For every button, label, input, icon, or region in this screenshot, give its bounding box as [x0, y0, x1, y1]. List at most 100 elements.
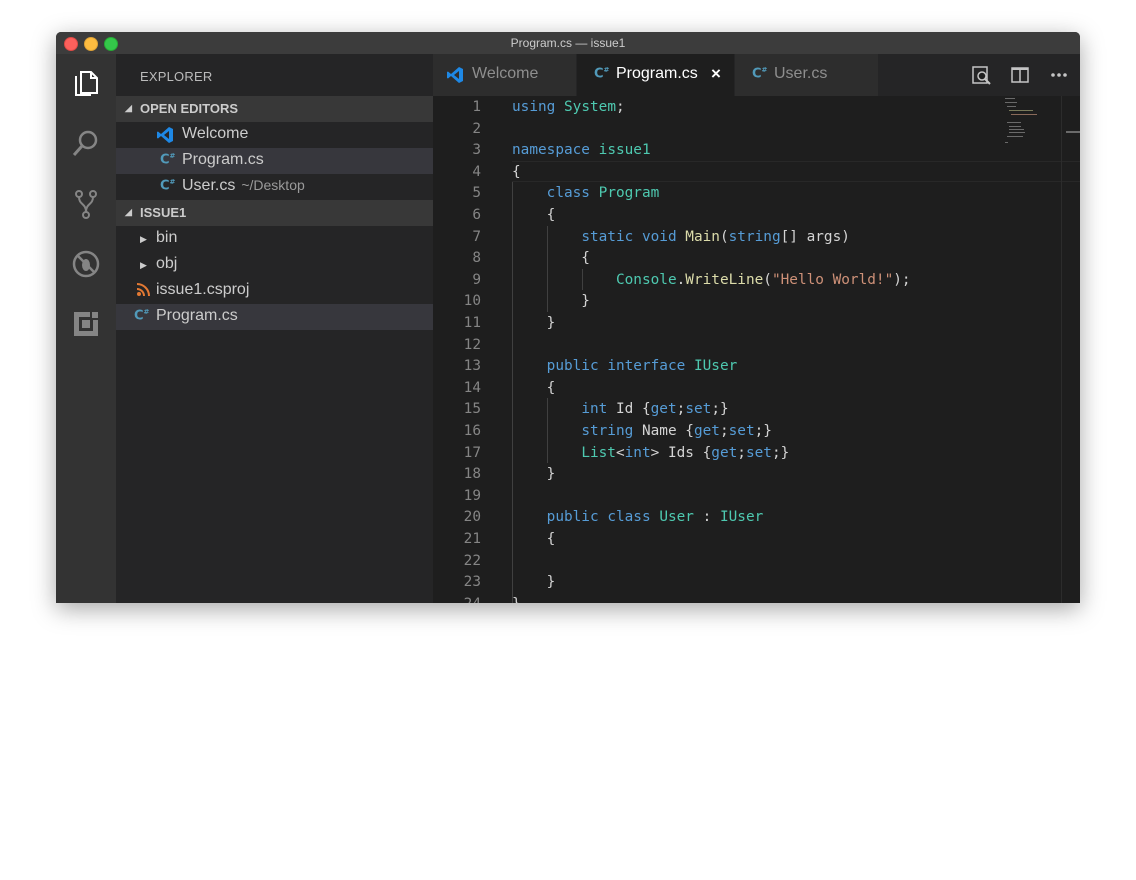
debug-icon[interactable] [70, 248, 102, 280]
code-line[interactable]: 7 static void Main(string[] args) [433, 227, 1003, 249]
minimap[interactable] [1003, 96, 1061, 603]
window-title: Program.cs — issue1 [510, 36, 626, 50]
csharp-icon: C# [134, 308, 150, 324]
line-text: { [512, 379, 556, 396]
line-text: } [512, 293, 590, 310]
line-number: 19 [463, 487, 481, 504]
code-line[interactable]: 18 } [433, 464, 1003, 486]
open-preview-icon[interactable] [970, 64, 992, 86]
code-line[interactable]: 3 namespace issue1 [433, 140, 1003, 162]
csharp-icon: C# [752, 66, 768, 82]
code-line[interactable]: 6 { [433, 205, 1003, 227]
code-line[interactable]: 19 [433, 486, 1003, 508]
code-line[interactable]: 2 [433, 119, 1003, 141]
code-line[interactable]: 23 } [433, 572, 1003, 594]
code-line[interactable]: 15 int Id {get;set;} [433, 399, 1003, 421]
line-number: 23 [463, 574, 481, 591]
open-editor-user-cs[interactable]: C# User.cs ~/Desktop [116, 174, 433, 200]
line-text: { [512, 163, 521, 180]
line-number: 9 [472, 271, 481, 288]
more-actions-icon[interactable] [1048, 64, 1070, 86]
csharp-icon: C# [160, 152, 176, 168]
line-text: { [512, 207, 556, 223]
activity-bar [56, 54, 116, 603]
code-line[interactable]: 16 string Name {get;set;} [433, 421, 1003, 443]
search-icon[interactable] [70, 128, 102, 160]
code-line[interactable]: 14 { [433, 378, 1003, 400]
code-line[interactable]: 24} [433, 594, 1003, 603]
code-line[interactable]: 9 Console.WriteLine("Hello World!"); [433, 270, 1003, 292]
line-number: 7 [472, 228, 481, 245]
line-text: } [512, 466, 556, 483]
files-icon[interactable] [70, 67, 102, 99]
line-text: static void Main(string[] args) [581, 228, 850, 245]
code-line[interactable]: 11 } [433, 313, 1003, 335]
editor-area: Welcome C# Program.cs × C# User.cs 1 usi… [433, 54, 1080, 603]
rss-icon [136, 283, 154, 301]
code-line[interactable]: 17 List<int> Ids {get;set;} [433, 443, 1003, 465]
code-line[interactable]: 20 public class User : IUser [433, 507, 1003, 529]
vertical-scrollbar[interactable] [1061, 96, 1080, 603]
line-text: string Name {get;set;} [581, 423, 772, 439]
tab-user-cs[interactable]: C# User.cs [735, 54, 878, 96]
folder-obj[interactable]: ▶ obj [116, 252, 433, 278]
code-line[interactable]: 22 [433, 551, 1003, 573]
line-number: 8 [472, 250, 481, 267]
line-number: 15 [463, 401, 481, 418]
line-text: int Id {get;set;} [581, 401, 729, 418]
tab-bar: Welcome C# Program.cs × C# User.cs [433, 54, 1080, 96]
collapse-triangle-icon: ◢ [125, 103, 132, 113]
open-editors-header[interactable]: ◢ OPEN EDITORS [116, 96, 433, 122]
folder-issue1-header[interactable]: ◢ ISSUE1 [116, 200, 433, 226]
source-control-icon[interactable] [70, 188, 102, 220]
folder-bin[interactable]: ▶ bin [116, 226, 433, 252]
code-line[interactable]: 4{ [433, 162, 1003, 184]
code-line[interactable]: 21 { [433, 529, 1003, 551]
line-number: 17 [463, 444, 481, 461]
line-text: using System; [512, 99, 625, 115]
file-program-cs[interactable]: C# Program.cs [116, 304, 433, 330]
line-text: namespace issue1 [512, 142, 651, 159]
code-line[interactable]: 8 { [433, 248, 1003, 270]
line-text: public class User : IUser [546, 509, 764, 526]
line-number: 22 [463, 552, 481, 569]
collapse-triangle-icon: ◢ [125, 207, 132, 217]
line-number: 16 [463, 423, 481, 439]
line-text: } [512, 315, 556, 331]
line-number: 13 [463, 358, 481, 375]
line-number: 6 [472, 207, 481, 223]
line-number: 2 [472, 120, 481, 137]
line-text: } [512, 594, 521, 603]
line-text: class Program [546, 185, 660, 202]
close-tab-icon[interactable]: × [711, 64, 721, 84]
line-number: 4 [472, 163, 481, 180]
explorer-sidebar: EXPLORER ◢ OPEN EDITORS Welcome C# Progr… [116, 54, 433, 603]
scrollbar-thumb[interactable] [1066, 131, 1080, 133]
code-line[interactable]: 10 } [433, 291, 1003, 313]
file-issue1-csproj[interactable]: issue1.csproj [116, 278, 433, 304]
open-editor-welcome[interactable]: Welcome [116, 122, 433, 148]
vscode-window: Program.cs — issue1 EXPLORER ◢ OPEN EDIT… [56, 32, 1080, 603]
split-editor-icon[interactable] [1009, 64, 1031, 86]
vscode-icon [156, 126, 174, 144]
line-text: } [512, 574, 556, 591]
sidebar-title: EXPLORER [140, 69, 213, 84]
code-editor[interactable]: 1 using System; 2 3 namespace issue1 4{5 clas… [433, 96, 1080, 603]
line-number: 12 [463, 336, 481, 353]
line-number: 1 [472, 99, 481, 115]
line-text: { [512, 531, 556, 547]
extensions-icon[interactable] [70, 308, 102, 340]
code-line[interactable]: 12 [433, 335, 1003, 357]
line-number: 11 [463, 315, 481, 331]
csharp-icon: C# [594, 66, 610, 82]
code-line[interactable]: 1 using System; [433, 97, 1003, 119]
open-editor-program-cs[interactable]: C# Program.cs [116, 148, 433, 174]
tab-program-cs[interactable]: C# Program.cs × [577, 54, 734, 96]
tab-welcome[interactable]: Welcome [433, 54, 576, 96]
line-number: 20 [463, 509, 481, 526]
line-text: public interface IUser [546, 358, 738, 375]
code-line[interactable]: 5 class Program [433, 183, 1003, 205]
line-number: 5 [472, 185, 481, 202]
vscode-icon [446, 66, 464, 84]
code-line[interactable]: 13 public interface IUser [433, 356, 1003, 378]
